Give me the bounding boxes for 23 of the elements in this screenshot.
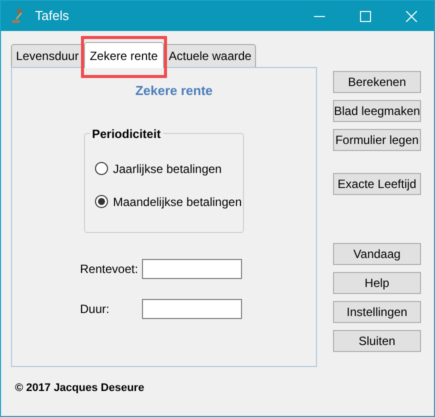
- input-field[interactable]: [142, 298, 242, 318]
- maximize-icon: [360, 10, 370, 22]
- radio-button[interactable]: [95, 162, 108, 175]
- action-button[interactable]: Exacte Leeftijd: [333, 173, 421, 195]
- action-button[interactable]: Berekenen: [333, 71, 421, 93]
- field-label: Rentevoet:: [80, 260, 140, 278]
- action-button[interactable]: Formulier legen: [333, 129, 421, 151]
- field-label: Duur:: [80, 300, 110, 318]
- action-button[interactable]: Vandaag: [333, 243, 421, 265]
- radio-button[interactable]: [95, 195, 108, 208]
- tab[interactable]: Zekere rente: [84, 42, 164, 68]
- panel-heading: Zekere rente: [135, 82, 213, 100]
- action-button[interactable]: Blad leegmaken: [333, 100, 421, 122]
- close-icon: [406, 10, 416, 22]
- radio-option[interactable]: Maandelijkse betalingen: [95, 192, 243, 210]
- radio-option[interactable]: Jaarlijkse betalingen: [95, 160, 243, 178]
- copyright-text: © 2017 Jacques Deseure: [15, 380, 146, 396]
- action-button[interactable]: Instellingen: [333, 301, 421, 323]
- input-field[interactable]: [142, 258, 242, 278]
- action-button[interactable]: Help: [333, 272, 421, 294]
- action-button[interactable]: Sluiten: [333, 330, 421, 352]
- tab[interactable]: Levensduur: [11, 44, 84, 67]
- window-title: Tafels: [35, 7, 69, 26]
